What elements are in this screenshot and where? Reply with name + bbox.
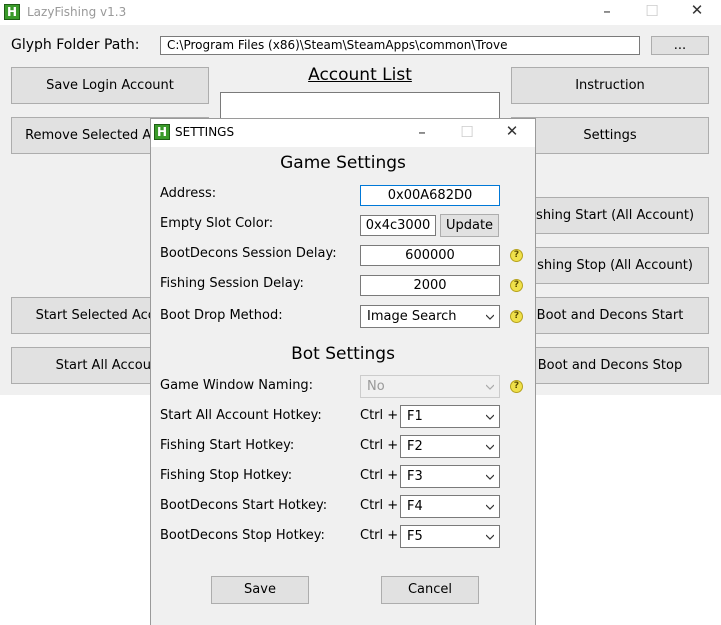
- hotkey-label: Fishing Stop Hotkey:: [160, 468, 293, 483]
- boot-drop-method-help-icon[interactable]: ?: [510, 310, 523, 323]
- app-icon: H: [4, 4, 20, 20]
- settings-minimize-icon[interactable]: –: [412, 123, 432, 141]
- empty-slot-color-label: Empty Slot Color:: [160, 216, 274, 231]
- ctrl-prefix: Ctrl +: [360, 438, 399, 453]
- bootdecons-delay-label: BootDecons Session Delay:: [160, 246, 337, 261]
- bootdecons-delay-help-icon[interactable]: ?: [510, 249, 523, 262]
- hotkey-select-fishing-stop[interactable]: F3: [400, 465, 500, 488]
- chevron-down-icon: [486, 504, 494, 510]
- boot-drop-method-select[interactable]: Image Search: [360, 305, 500, 328]
- game-window-naming-label: Game Window Naming:: [160, 378, 314, 393]
- boot-decons-stop-button[interactable]: Boot and Decons Stop: [511, 347, 709, 384]
- hotkey-value: F2: [407, 439, 423, 454]
- chevron-down-icon: [486, 534, 494, 540]
- ctrl-prefix: Ctrl +: [360, 468, 399, 483]
- chevron-down-icon: [486, 414, 494, 420]
- chevron-down-icon: [486, 384, 494, 390]
- main-window-title: LazyFishing v1.3: [27, 5, 127, 19]
- minimize-icon[interactable]: –: [597, 2, 617, 20]
- settings-save-button[interactable]: Save: [211, 576, 309, 604]
- hotkey-value: F4: [407, 499, 423, 514]
- chevron-down-icon: [486, 314, 494, 320]
- fishing-delay-help-icon[interactable]: ?: [510, 279, 523, 292]
- fishing-start-all-button[interactable]: Fishing Start (All Account): [511, 197, 709, 234]
- maximize-icon[interactable]: ☐: [642, 2, 662, 20]
- main-title-bar: H LazyFishing v1.3 – ☐ ✕: [0, 0, 721, 25]
- update-button[interactable]: Update: [440, 214, 499, 237]
- browse-button[interactable]: ...: [651, 36, 709, 55]
- ctrl-prefix: Ctrl +: [360, 528, 399, 543]
- hotkey-label: BootDecons Start Hotkey:: [160, 498, 328, 513]
- glyph-path-field[interactable]: C:\Program Files (x86)\Steam\SteamApps\c…: [160, 36, 640, 55]
- game-window-naming-help-icon[interactable]: ?: [510, 380, 523, 393]
- boot-drop-method-label: Boot Drop Method:: [160, 308, 283, 323]
- boot-drop-method-value: Image Search: [367, 309, 457, 324]
- game-window-naming-select[interactable]: No: [360, 375, 500, 398]
- bootdecons-delay-input[interactable]: 600000: [360, 245, 500, 266]
- fishing-delay-input[interactable]: 2000: [360, 275, 500, 296]
- settings-title-bar: H SETTINGS – ☐ ✕: [151, 119, 535, 147]
- glyph-folder-label: Glyph Folder Path:: [11, 37, 140, 53]
- boot-decons-start-button[interactable]: Boot and Decons Start: [511, 297, 709, 334]
- close-icon[interactable]: ✕: [687, 1, 707, 19]
- ctrl-prefix: Ctrl +: [360, 408, 399, 423]
- settings-title: SETTINGS: [175, 125, 235, 139]
- hotkey-select-start-all[interactable]: F1: [400, 405, 500, 428]
- empty-slot-color-input[interactable]: 0x4c3000: [360, 215, 436, 236]
- account-list-title: Account List: [308, 65, 412, 85]
- ctrl-prefix: Ctrl +: [360, 498, 399, 513]
- chevron-down-icon: [486, 444, 494, 450]
- settings-app-icon: H: [154, 124, 170, 140]
- bot-settings-header: Bot Settings: [291, 344, 395, 364]
- hotkey-select-bootdecons-start[interactable]: F4: [400, 495, 500, 518]
- hotkey-select-bootdecons-stop[interactable]: F5: [400, 525, 500, 548]
- settings-button[interactable]: Settings: [511, 117, 709, 154]
- hotkey-label: BootDecons Stop Hotkey:: [160, 528, 325, 543]
- fishing-delay-label: Fishing Session Delay:: [160, 276, 304, 291]
- hotkey-select-fishing-start[interactable]: F2: [400, 435, 500, 458]
- settings-close-icon[interactable]: ✕: [502, 122, 522, 140]
- save-login-account-button[interactable]: Save Login Account: [11, 67, 209, 104]
- hotkey-value: F3: [407, 469, 423, 484]
- hotkey-label: Fishing Start Hotkey:: [160, 438, 295, 453]
- hotkey-label: Start All Account Hotkey:: [160, 408, 322, 423]
- chevron-down-icon: [486, 474, 494, 480]
- address-input[interactable]: 0x00A682D0: [360, 185, 500, 206]
- address-label: Address:: [160, 186, 217, 201]
- hotkey-value: F1: [407, 409, 423, 424]
- settings-cancel-button[interactable]: Cancel: [381, 576, 479, 604]
- settings-maximize-icon[interactable]: ☐: [457, 123, 477, 141]
- hotkey-value: F5: [407, 529, 423, 544]
- fishing-stop-all-button[interactable]: Fishing Stop (All Account): [511, 247, 709, 284]
- instruction-button[interactable]: Instruction: [511, 67, 709, 104]
- game-settings-header: Game Settings: [280, 153, 406, 173]
- game-window-naming-value: No: [367, 379, 385, 394]
